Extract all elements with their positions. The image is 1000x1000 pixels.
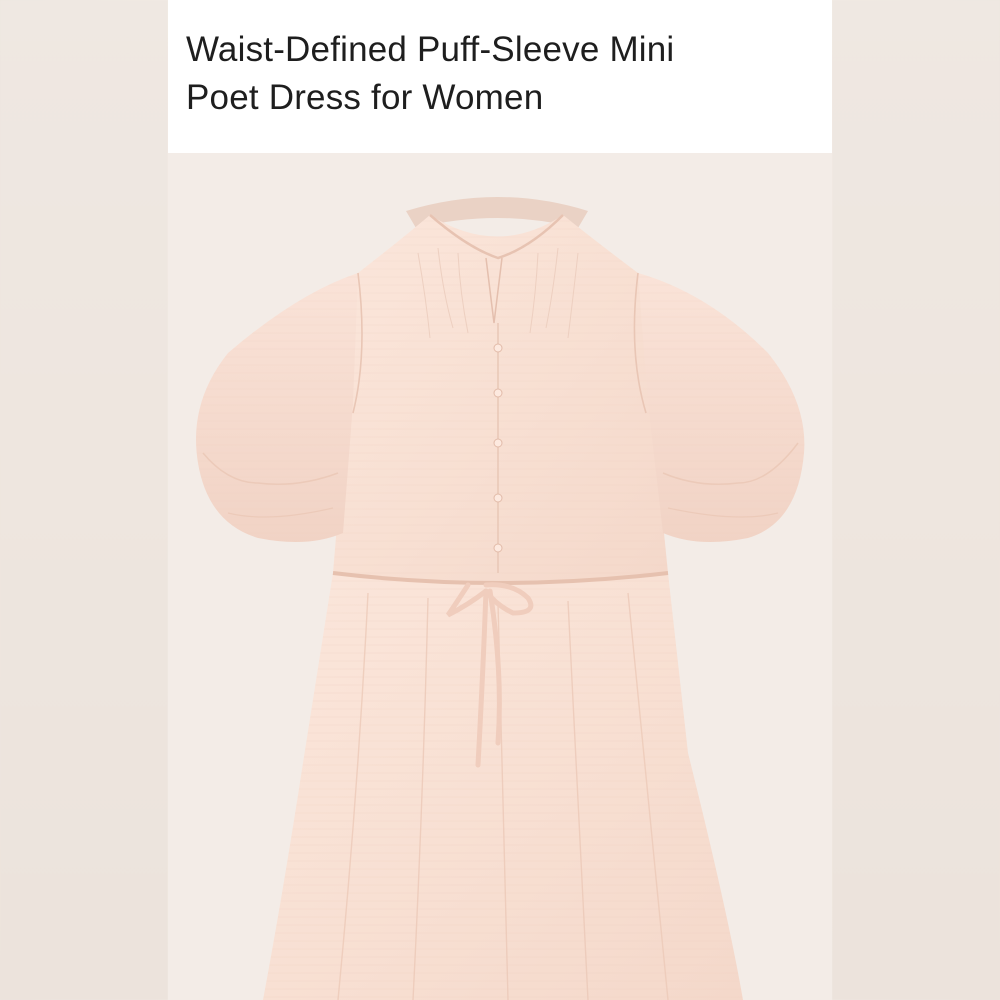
button-icon	[493, 493, 503, 503]
blurred-backdrop-left	[0, 0, 168, 1000]
product-title-line-2: Poet Dress for Women	[186, 78, 544, 117]
button-icon	[493, 388, 503, 398]
product-title-card: Waist-Defined Puff-Sleeve Mini Poet Dres…	[168, 0, 832, 153]
product-photo	[168, 153, 832, 1000]
button-icon	[493, 343, 503, 353]
product-title-line-1: Waist-Defined Puff-Sleeve Mini	[186, 30, 675, 69]
dress-illustration	[196, 197, 805, 1000]
product-image-frame: Waist-Defined Puff-Sleeve Mini Poet Dres…	[0, 0, 1000, 1000]
button-icon	[493, 543, 503, 553]
button-icon	[493, 438, 503, 448]
blurred-backdrop-right	[832, 0, 1000, 1000]
